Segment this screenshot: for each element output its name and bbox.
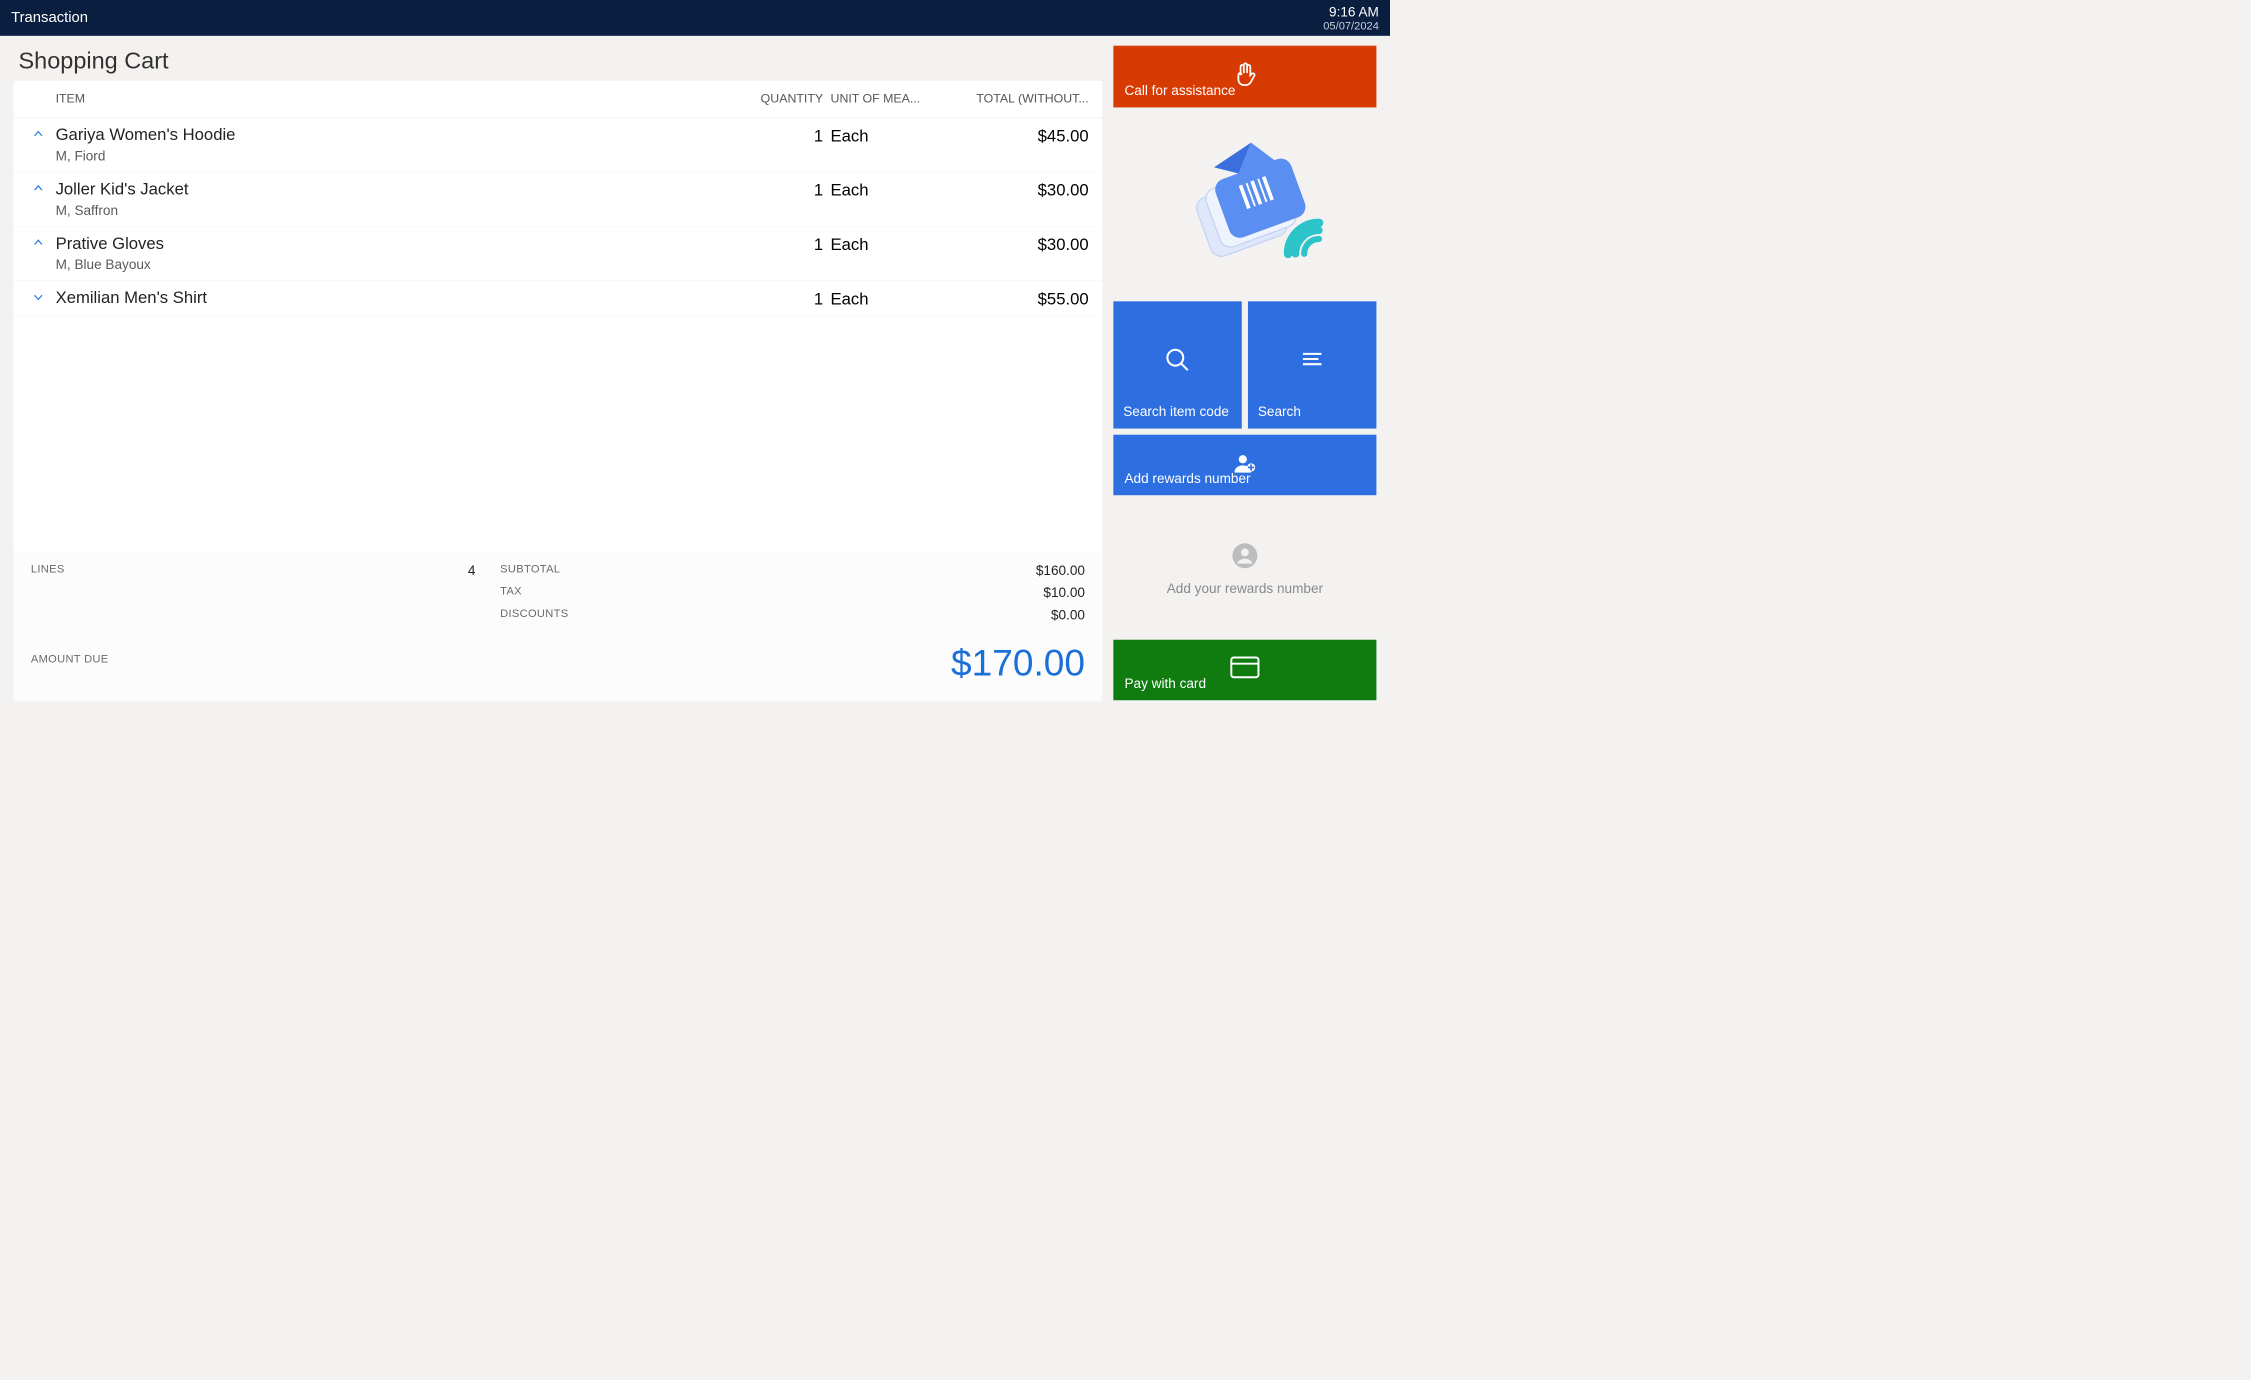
- scan-illustration: [1113, 116, 1376, 293]
- card-icon: [1230, 657, 1260, 683]
- call-assistance-label: Call for assistance: [1124, 83, 1235, 99]
- item-total: $55.00: [947, 288, 1089, 308]
- item-variant: M, Saffron: [56, 203, 725, 219]
- item-qty: 1: [724, 125, 823, 145]
- add-rewards-label: Add rewards number: [1124, 471, 1250, 487]
- topbar: Transaction 9:16 AM 05/07/2024: [0, 0, 1390, 36]
- clock-date: 05/07/2024: [1323, 20, 1379, 31]
- window-title: Transaction: [11, 9, 88, 26]
- col-unit: UNIT OF MEA...: [823, 92, 947, 106]
- discounts-label: DISCOUNTS: [500, 607, 568, 623]
- clock-time: 9:16 AM: [1323, 4, 1379, 20]
- col-total: TOTAL (WITHOUT...: [947, 92, 1089, 106]
- item-total: $30.00: [947, 180, 1089, 200]
- amount-due-label: AMOUNT DUE: [31, 653, 109, 666]
- item-qty: 1: [724, 234, 823, 254]
- call-assistance-button[interactable]: Call for assistance: [1113, 46, 1376, 108]
- lines-label: LINES: [31, 563, 65, 579]
- tax-value: $10.00: [1043, 585, 1085, 601]
- person-icon: [1231, 542, 1258, 573]
- amount-due-value: $170.00: [951, 642, 1085, 683]
- chevron-down-icon[interactable]: [21, 288, 56, 307]
- item-name: Prative Gloves: [56, 234, 725, 253]
- totals-panel: LINES 4 AMOUNT DUE SUBTOTAL $160.00 TAX …: [14, 551, 1103, 701]
- discounts-value: $0.00: [1051, 607, 1085, 623]
- item-unit: Each: [823, 288, 947, 308]
- item-name: Xemilian Men's Shirt: [56, 288, 725, 307]
- pay-label: Pay with card: [1124, 676, 1206, 692]
- lines-value: 4: [468, 563, 476, 579]
- chevron-up-icon[interactable]: [21, 180, 56, 199]
- hand-icon: [1232, 61, 1258, 91]
- table-row[interactable]: Prative Gloves M, Blue Bayoux 1Each$30.00: [14, 227, 1103, 281]
- item-unit: Each: [823, 234, 947, 254]
- page-title: Shopping Cart: [19, 48, 1103, 75]
- item-qty: 1: [724, 288, 823, 308]
- item-name: Joller Kid's Jacket: [56, 180, 725, 199]
- pay-with-card-button[interactable]: Pay with card: [1113, 640, 1376, 701]
- menu-icon: [1300, 347, 1325, 375]
- search-item-code-button[interactable]: Search item code: [1113, 301, 1241, 428]
- cart-table: ITEM QUANTITY UNIT OF MEA... TOTAL (WITH…: [14, 81, 1103, 552]
- subtotal-value: $160.00: [1036, 563, 1085, 579]
- clock-area: 9:16 AM 05/07/2024: [1323, 4, 1379, 31]
- chevron-up-icon[interactable]: [21, 125, 56, 144]
- col-quantity: QUANTITY: [724, 92, 823, 106]
- item-variant: M, Fiord: [56, 148, 725, 164]
- search-button[interactable]: Search: [1248, 301, 1376, 428]
- subtotal-label: SUBTOTAL: [500, 563, 560, 579]
- item-unit: Each: [823, 180, 947, 200]
- rewards-prompt: Add your rewards number: [1113, 508, 1376, 632]
- item-unit: Each: [823, 125, 947, 145]
- search-item-code-label: Search item code: [1123, 404, 1229, 420]
- table-row[interactable]: Joller Kid's Jacket M, Saffron 1Each$30.00: [14, 172, 1103, 226]
- item-variant: M, Blue Bayoux: [56, 257, 725, 273]
- table-row[interactable]: Xemilian Men's Shirt1Each$55.00: [14, 281, 1103, 317]
- rewards-prompt-text: Add your rewards number: [1167, 580, 1323, 596]
- add-rewards-button[interactable]: Add rewards number: [1113, 435, 1376, 496]
- item-name: Gariya Women's Hoodie: [56, 125, 725, 144]
- item-total: $45.00: [947, 125, 1089, 145]
- col-item: ITEM: [56, 92, 725, 106]
- item-qty: 1: [724, 180, 823, 200]
- search-label: Search: [1258, 404, 1301, 420]
- search-icon: [1164, 347, 1191, 378]
- tax-label: TAX: [500, 585, 522, 601]
- chevron-up-icon[interactable]: [21, 234, 56, 253]
- table-row[interactable]: Gariya Women's Hoodie M, Fiord 1Each$45.00: [14, 118, 1103, 172]
- item-total: $30.00: [947, 234, 1089, 254]
